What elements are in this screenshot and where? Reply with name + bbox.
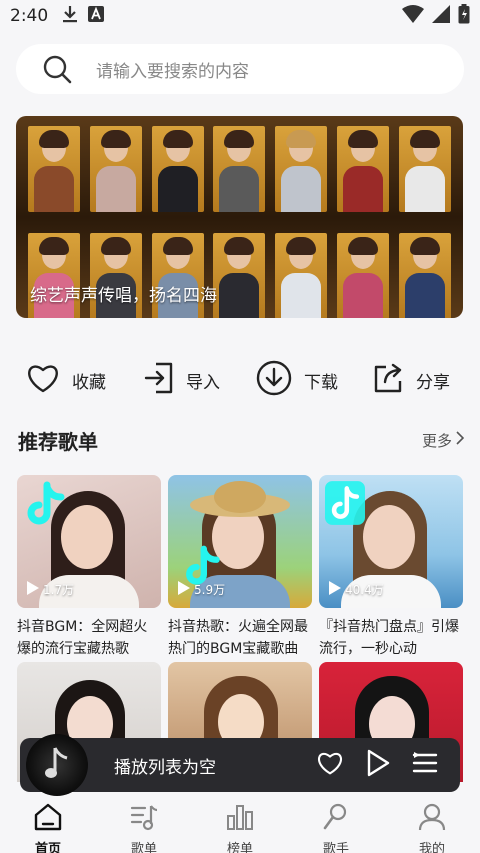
banner-performer-image [398,126,451,212]
music-note-icon [45,746,69,784]
tab-label: 歌手 [322,842,349,853]
playlist-icon [129,802,159,836]
playlist-title: 『抖音热门盘点』引爆流行，一秒心动 [319,619,459,657]
status-bar: 2:40 [0,0,480,32]
tiktok-logo-icon [23,481,67,533]
tab-charts[interactable]: 榜单 [192,798,288,853]
download-label: 下载 [304,372,338,393]
album-disc [26,734,88,796]
signal-icon [432,5,450,27]
search-icon [42,54,72,84]
play-count-value: 40.4万 [345,583,384,597]
banner-carousel[interactable]: 综艺声声传唱，扬名四海 [16,116,463,318]
user-icon [417,802,447,836]
play-count: 5.9万 [178,581,225,598]
import-icon [144,362,186,398]
play-button[interactable] [366,749,390,781]
bottom-tab-bar: 首页 歌单 榜单 歌手 我的 [0,798,480,853]
like-button[interactable] [316,751,344,779]
playlist-grid: 1.7万 抖音BGM：全网超火爆的流行宝藏热歌 5.9万 抖音热歌：火遍全网最热… [17,475,463,660]
quick-actions: 收藏 导入 下载 分享 [0,356,480,404]
tab-home[interactable]: 首页 [0,798,96,853]
heart-icon [26,363,72,397]
banner-performer-image [151,126,204,212]
playlist-title: 抖音BGM：全网超火爆的流行宝藏热歌 [17,619,148,657]
play-icon [178,581,194,598]
import-label: 导入 [186,372,220,393]
banner-performer-image [275,126,328,212]
share-button[interactable]: 分享 [372,356,450,404]
banner-performer-image [398,233,451,318]
share-icon [372,362,416,398]
chevron-right-icon [452,431,465,449]
banner-performer-image [337,233,390,318]
playlist-cover: 1.7万 [17,475,161,608]
more-label: 更多 [421,431,452,450]
banner-caption: 综艺声声传唱，扬名四海 [30,286,217,306]
more-link[interactable]: 更多 [421,430,465,451]
play-count-value: 5.9万 [194,583,226,597]
tab-playlists[interactable]: 歌单 [96,798,192,853]
favorite-button[interactable]: 收藏 [26,356,106,404]
playlist-card[interactable]: 5.9万 抖音热歌：火遍全网最热门的BGM宝藏歌曲 [168,475,312,660]
section-title: 推荐歌单 [18,429,98,454]
playlist-card[interactable]: 1.7万 抖音BGM：全网超火爆的流行宝藏热歌 [17,475,161,660]
banner-performer-image [213,126,266,212]
playlist-queue-button[interactable] [412,751,438,779]
recommended-playlists-header: 推荐歌单 更多 [18,424,465,456]
banner-performer-image [337,126,390,212]
tab-mine[interactable]: 我的 [384,798,480,853]
favorite-label: 收藏 [72,372,106,393]
chart-icon [225,802,255,836]
play-icon [329,581,345,598]
play-count: 1.7万 [27,581,74,598]
tab-label: 首页 [34,842,61,853]
home-icon [33,802,63,836]
tab-singers[interactable]: 歌手 [288,798,384,853]
download-button[interactable]: 下载 [256,356,338,404]
play-count: 40.4万 [329,581,384,598]
banner-performer-image [89,126,142,212]
play-icon [27,581,43,598]
search-placeholder: 请输入要搜索的内容 [96,61,249,82]
tab-label: 榜单 [226,842,253,853]
import-button[interactable]: 导入 [144,356,220,404]
banner-performer-image [213,233,266,318]
banner-performer-image [28,126,80,212]
playlist-card[interactable]: 40.4万 『抖音热门盘点』引爆流行，一秒心动 [319,475,463,660]
download-notification-icon [62,5,78,27]
playlist-cover: 40.4万 [319,475,463,608]
playlist-cover: 5.9万 [168,475,312,608]
now-playing-title: 播放列表为空 [114,757,216,778]
play-count-value: 1.7万 [43,583,75,597]
tab-label: 我的 [418,842,445,853]
banner-performer-image [275,233,328,318]
playlist-title: 抖音热歌：火遍全网最热门的BGM宝藏歌曲 [168,619,308,657]
singer-icon [321,802,351,836]
mini-player[interactable]: 播放列表为空 [20,734,460,796]
app-notification-icon [88,6,105,26]
wifi-icon [402,5,424,27]
search-bar[interactable]: 请输入要搜索的内容 [16,44,464,94]
share-label: 分享 [416,372,450,393]
download-icon [256,360,304,400]
banner-performer-row [28,126,451,212]
battery-icon [458,4,470,28]
tiktok-logo-icon [325,481,365,529]
tab-label: 歌单 [130,842,157,853]
status-time: 2:40 [10,6,49,26]
